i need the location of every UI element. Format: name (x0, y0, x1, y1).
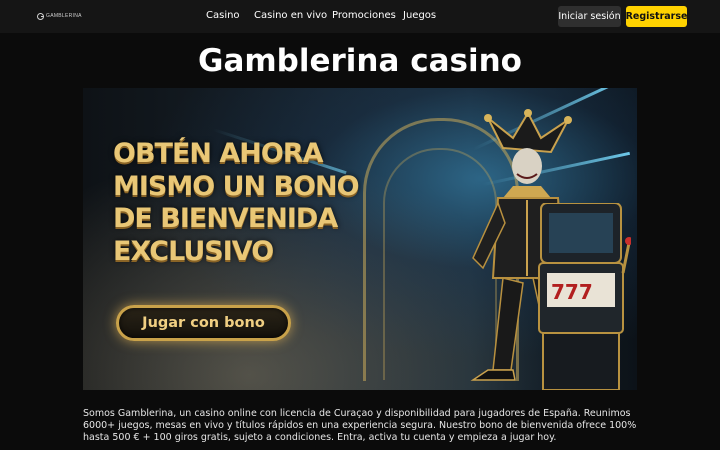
top-navigation-bar: GAMBLERINA Casino Casino en vivo Promoci… (0, 0, 720, 33)
slot-machine-illustration: 777 (538, 203, 631, 390)
login-button[interactable]: Iniciar sesión (558, 6, 621, 27)
nav-item-casino-en-vivo[interactable]: Casino en vivo (254, 10, 327, 21)
nav-item-casino[interactable]: Casino (206, 10, 240, 21)
nav-item-juegos[interactable]: Juegos (403, 10, 436, 21)
hero-headline-line: DE BIENVENIDA (113, 203, 338, 234)
hero-headline-line: OBTÉN AHORA (113, 138, 324, 169)
intro-description: Somos Gamblerina, un casino online con l… (83, 408, 637, 443)
hero-headline-line: MISMO UN BONO (113, 170, 360, 202)
hero-banner[interactable]: 777 OBTÉN AHORA MISMO UN BONO DE BIENVEN… (83, 88, 637, 390)
page-title: Gamblerina casino (198, 43, 522, 79)
svg-text:777: 777 (551, 280, 593, 304)
nav-item-promociones[interactable]: Promociones (332, 10, 396, 21)
hero-headline: OBTÉN AHORA MISMO UN BONO DE BIENVENIDA … (113, 138, 413, 268)
register-button[interactable]: Registrarse (626, 6, 687, 27)
hero-headline-line: EXCLUSIVO (113, 235, 274, 267)
play-with-bonus-button[interactable]: Jugar con bono (116, 305, 291, 341)
